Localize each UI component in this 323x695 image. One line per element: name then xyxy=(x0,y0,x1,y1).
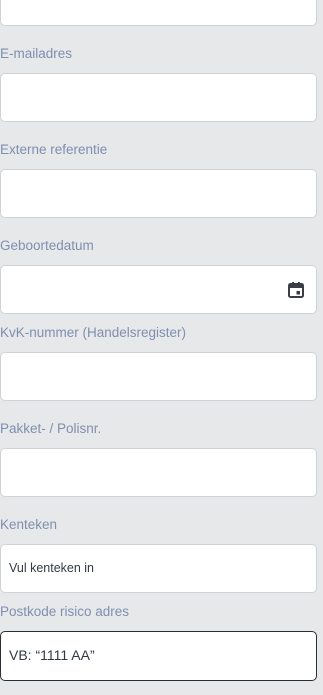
postcode-label: Postkode risico adres xyxy=(0,604,130,619)
policy-number-label: Pakket- / Polisnr. xyxy=(0,421,102,436)
policy-number-field[interactable] xyxy=(0,448,317,497)
birthdate-label: Geboortedatum xyxy=(0,238,94,253)
top-input-field[interactable] xyxy=(0,0,317,26)
calendar-icon[interactable] xyxy=(287,281,305,299)
external-reference-label: Externe referentie xyxy=(0,142,108,157)
license-plate-field[interactable]: Vul kenteken in xyxy=(0,544,317,593)
external-reference-field[interactable] xyxy=(0,169,317,218)
email-label: E-mailadres xyxy=(0,46,73,61)
postcode-field[interactable]: VB: “1111 AA” xyxy=(0,631,317,681)
birthdate-field[interactable] xyxy=(0,265,317,314)
kvk-number-label: KvK-nummer (Handelsregister) xyxy=(0,325,187,340)
license-plate-label: Kenteken xyxy=(0,517,58,532)
postcode-placeholder: VB: “1111 AA” xyxy=(9,647,95,663)
email-field[interactable] xyxy=(0,73,317,122)
kvk-number-field[interactable] xyxy=(0,352,317,401)
license-plate-placeholder: Vul kenteken in xyxy=(9,561,95,575)
